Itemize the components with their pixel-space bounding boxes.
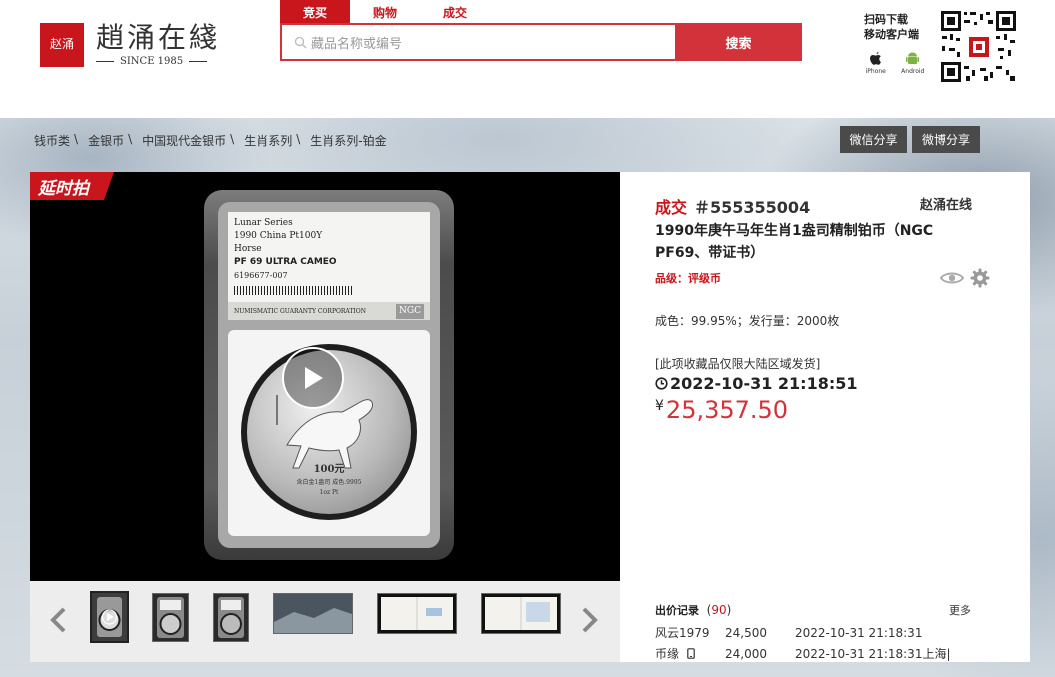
- thumbnail-image[interactable]: [273, 593, 353, 634]
- thumbnail-image[interactable]: [377, 593, 457, 634]
- brand-since-text: SINCE 1985: [120, 56, 184, 67]
- bid-time-text: 2022-10-31 21:18:31: [795, 647, 923, 661]
- bid-time: 2022-10-31 21:18:31: [795, 625, 923, 640]
- price-amount: 25,357.50: [665, 396, 789, 424]
- bid-user: 风云1979: [655, 626, 710, 640]
- breadcrumb-item[interactable]: 钱币类: [34, 132, 70, 149]
- clock-icon: [655, 377, 668, 390]
- android-label: Android: [901, 68, 925, 75]
- bid-location: 上海|: [922, 647, 951, 661]
- watch-button[interactable]: [939, 270, 965, 290]
- search-button[interactable]: 搜索: [675, 23, 802, 61]
- bid-count: 90: [711, 603, 727, 617]
- tab-shopping[interactable]: 购物: [350, 0, 420, 24]
- coin-weight: 1oz Pt: [319, 489, 339, 496]
- android-icon: [906, 52, 920, 68]
- breadcrumb-item[interactable]: 生肖系列-铂金: [310, 132, 386, 149]
- bid-user-cell: 币缘: [655, 645, 725, 662]
- gear-icon: [970, 268, 990, 288]
- search-icon: [294, 36, 307, 49]
- site-header: 赵涌 趙涌在綫 SINCE 1985 竞买 购物 成交 藏品名称或编号 搜索 扫…: [0, 0, 1055, 118]
- slab-grade: PF 69 ULTRA CAMEO: [234, 257, 337, 267]
- search-placeholder: 藏品名称或编号: [311, 36, 403, 52]
- eye-icon: [939, 272, 965, 284]
- slab-label-line: 1990 China Pt100Y: [234, 231, 323, 241]
- search-box: 藏品名称或编号 搜索: [280, 23, 802, 61]
- seller-name[interactable]: 赵涌在线: [920, 194, 972, 213]
- chevron-right-icon: [582, 607, 598, 633]
- next-thumb-button[interactable]: [578, 603, 602, 637]
- main-media-viewer[interactable]: Lunar Series 1990 China Pt100Y Horse PF …: [30, 172, 620, 581]
- bid-row: 币缘 24,000 2022-10-31 21:18:31上海|: [655, 643, 971, 664]
- search-panel: 竞买 购物 成交 藏品名称或编号 搜索: [280, 0, 802, 62]
- bid-amount: 24,500: [725, 625, 767, 640]
- lot-info-panel: 成交 ＃555355004 赵涌在线 1990年庚午马年生肖1盎司精制铂币（NG…: [620, 172, 1030, 662]
- bid-amount: 24,000: [725, 646, 767, 661]
- apple-icon: [869, 52, 882, 68]
- ios-label: iPhone: [865, 68, 886, 75]
- lot-title: 1990年庚午马年生肖1盎司精制铂币（NGC PF69、带证书）: [655, 223, 934, 261]
- lot-time-text: 2022-10-31 21:18:51: [670, 374, 858, 393]
- brand-name: 趙涌在綫: [96, 21, 221, 54]
- prev-thumb-button[interactable]: [46, 603, 70, 637]
- brand-wordmark: 趙涌在綫 SINCE 1985: [96, 22, 220, 67]
- shipping-notice: [此项收藏品仅限大陆区域发货]: [655, 357, 821, 371]
- android-download[interactable]: Android: [901, 52, 924, 75]
- lot-specs: 成色：99.95%；发行量：2000枚: [655, 314, 840, 328]
- play-icon: [305, 367, 323, 389]
- ios-download[interactable]: iPhone: [866, 52, 886, 75]
- download-line1: 扫码下载: [864, 13, 908, 26]
- slab-label-line: Lunar Series: [234, 218, 293, 228]
- slab-label: Lunar Series 1990 China Pt100Y Horse PF …: [228, 212, 430, 320]
- thumbnail-video[interactable]: [90, 591, 129, 643]
- lot-grade: 品级：评级币: [655, 272, 721, 285]
- breadcrumb-item[interactable]: 金银币: [88, 132, 124, 149]
- bid-user: 币缘: [655, 647, 680, 661]
- tab-deals[interactable]: 成交: [420, 0, 490, 24]
- download-line2: 移动客户端: [864, 28, 919, 41]
- search-input[interactable]: 藏品名称或编号: [282, 25, 675, 59]
- slab-footer: NUMISMATIC GUARANTY CORPORATION: [234, 307, 366, 315]
- slab-cert: 6196677-007: [234, 271, 288, 280]
- bid-history-more-link[interactable]: 更多: [949, 602, 971, 618]
- search-tabs: 竞买 购物 成交: [280, 0, 802, 24]
- thumbnail-image[interactable]: [213, 593, 249, 642]
- bid-history: 出价记录 (90) 更多 风云1979 24,500 2022-10-31 21…: [655, 602, 971, 664]
- slab-barcode: [234, 286, 354, 295]
- play-video-button[interactable]: [282, 347, 344, 409]
- thumbnail-image[interactable]: [481, 593, 561, 634]
- settings-button[interactable]: [970, 268, 990, 292]
- bid-history-label: 出价记录: [655, 604, 699, 617]
- bid-history-header: 出价记录 (90) 更多: [655, 602, 971, 618]
- lot-status: 成交: [655, 198, 688, 217]
- tab-auction[interactable]: 竞买: [280, 0, 350, 24]
- coin-denomination: 100元: [313, 464, 345, 475]
- brand-seal-icon: 赵涌: [40, 22, 84, 67]
- timed-auction-badge: 延时拍: [30, 172, 114, 200]
- breadcrumb-item[interactable]: 生肖系列: [244, 132, 292, 149]
- brand-since: SINCE 1985: [96, 56, 220, 67]
- breadcrumb: 钱币类 \ 金银币 \ 中国现代金银币 \ 生肖系列 \ 生肖系列-铂金: [34, 132, 387, 149]
- slab-label-line: Horse: [234, 244, 262, 254]
- qr-code: [940, 10, 1017, 83]
- coin-inscription: 含白金1盎司 成色.9995: [296, 479, 362, 486]
- weibo-share-button[interactable]: 微博分享: [912, 126, 980, 153]
- bid-row: 风云1979 24,500 2022-10-31 21:18:31: [655, 622, 971, 643]
- lot-time: 2022-10-31 21:18:51: [655, 374, 858, 393]
- download-platforms: iPhone Android: [858, 52, 932, 75]
- bid-time: 2022-10-31 21:18:31上海|: [795, 645, 951, 662]
- thumbnail-image[interactable]: [152, 593, 189, 642]
- brand-logo[interactable]: 赵涌 趙涌在綫 SINCE 1985: [40, 22, 220, 67]
- bid-history-title: 出价记录 (90): [655, 603, 732, 617]
- chevron-left-icon: [50, 607, 66, 633]
- breadcrumb-item[interactable]: 中国现代金银币: [142, 132, 226, 149]
- lot-price: ¥ 25,357.50: [655, 396, 788, 424]
- lot-number: ＃555355004: [694, 198, 811, 217]
- ngc-logo: NGC: [396, 303, 424, 319]
- app-download: 扫码下载 移动客户端 iPhone Android: [858, 12, 932, 75]
- currency-symbol: ¥: [655, 398, 664, 414]
- wechat-share-button[interactable]: 微信分享: [840, 126, 907, 153]
- thumbnail-strip: [30, 581, 620, 662]
- mobile-icon: [687, 648, 695, 659]
